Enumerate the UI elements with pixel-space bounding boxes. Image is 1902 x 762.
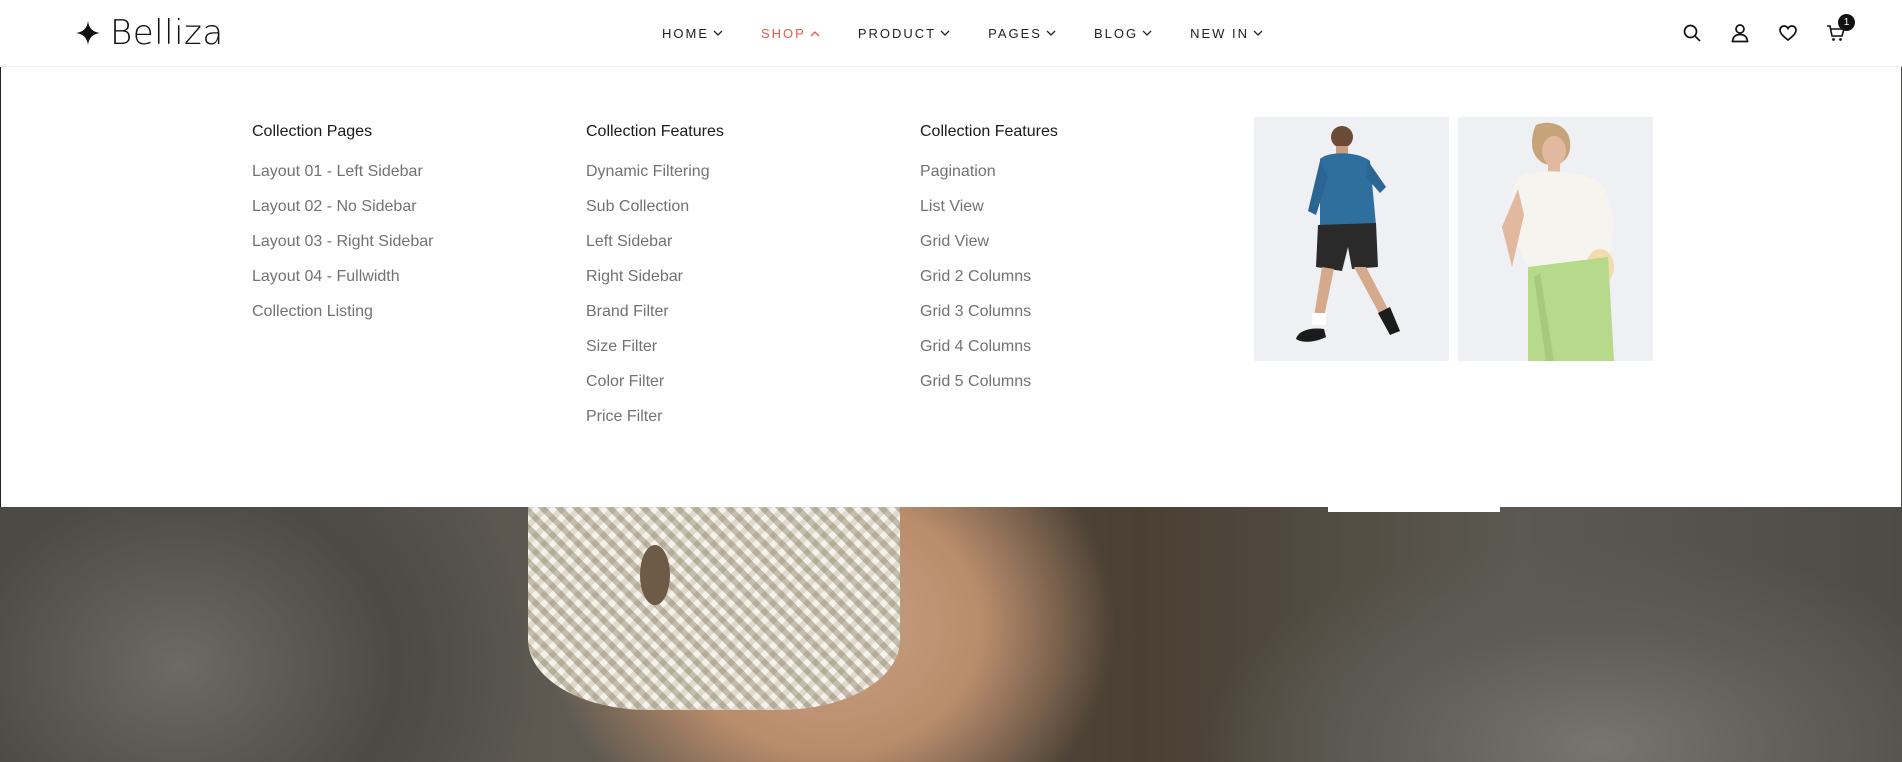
chevron-down-icon xyxy=(940,30,950,36)
user-icon xyxy=(1731,24,1749,43)
menu-link[interactable]: Right Sidebar xyxy=(586,267,886,302)
heart-icon xyxy=(1779,25,1797,42)
menu-link[interactable]: List View xyxy=(920,197,1220,232)
nav-shop[interactable]: SHOP xyxy=(761,26,820,41)
menu-link[interactable]: Sub Collection xyxy=(586,197,886,232)
nav-product-label: PRODUCT xyxy=(857,25,937,41)
menu-link[interactable]: Layout 04 - Fullwidth xyxy=(252,267,552,302)
search-button[interactable] xyxy=(1682,23,1702,43)
menu-link[interactable]: Grid View xyxy=(920,232,1220,267)
menu-link[interactable]: Size Filter xyxy=(586,337,886,372)
menu-link[interactable]: Layout 01 - Left Sidebar xyxy=(252,162,552,197)
nav-pages-label: PAGES xyxy=(988,25,1042,41)
menu-link[interactable]: Color Filter xyxy=(586,372,886,407)
nav-product[interactable]: PRODUCT xyxy=(858,26,950,41)
promo-image-men[interactable] xyxy=(1254,117,1449,361)
menu-link[interactable]: Collection Listing xyxy=(252,302,552,337)
menu-link[interactable]: Layout 03 - Right Sidebar xyxy=(252,232,552,267)
chevron-up-icon xyxy=(810,30,820,36)
menu-link[interactable]: Brand Filter xyxy=(586,302,886,337)
promo-image-women[interactable] xyxy=(1458,117,1653,361)
menu-link[interactable]: Dynamic Filtering xyxy=(586,162,886,197)
man-photo xyxy=(1254,117,1449,361)
chevron-down-icon xyxy=(1046,30,1056,36)
cart-count-badge: 1 xyxy=(1838,14,1855,31)
woman-photo xyxy=(1458,117,1653,361)
account-button[interactable] xyxy=(1730,23,1750,43)
menu-column-collection-features-2: Collection Features Pagination List View… xyxy=(920,122,1220,407)
menu-link[interactable]: Left Sidebar xyxy=(586,232,886,267)
nav-shop-label: SHOP xyxy=(761,25,806,41)
column-title: Collection Pages xyxy=(252,123,373,140)
menu-link[interactable]: Price Filter xyxy=(586,407,886,442)
site-header: Belliza HOME SHOP PRODUCT PAGES BLOG NEW… xyxy=(0,0,1902,67)
main-nav: HOME SHOP PRODUCT PAGES BLOG NEW IN xyxy=(662,0,1301,66)
menu-link[interactable]: Grid 5 Columns xyxy=(920,372,1220,407)
nav-blog-label: BLOG xyxy=(1093,25,1139,41)
menu-link[interactable]: Grid 3 Columns xyxy=(920,302,1220,337)
menu-link[interactable]: Layout 02 - No Sidebar xyxy=(252,197,552,232)
cart-button[interactable]: 1 xyxy=(1826,14,1855,43)
column-title: Collection Features xyxy=(920,123,1058,140)
shop-mega-menu: Collection Pages Layout 01 - Left Sideba… xyxy=(0,67,1901,507)
menu-column-collection-pages: Collection Pages Layout 01 - Left Sideba… xyxy=(252,122,552,337)
logo-text: Belliza xyxy=(110,13,224,53)
column-title: Collection Features xyxy=(586,123,724,140)
logo[interactable]: Belliza xyxy=(76,12,224,54)
wishlist-button[interactable] xyxy=(1778,23,1798,43)
nav-new-in[interactable]: NEW IN xyxy=(1190,26,1263,41)
nav-home[interactable]: HOME xyxy=(662,26,723,41)
nav-blog[interactable]: BLOG xyxy=(1094,26,1152,41)
header-actions: 1 xyxy=(1682,0,1855,66)
menu-column-collection-features: Collection Features Dynamic Filtering Su… xyxy=(586,122,886,442)
menu-link[interactable]: Grid 2 Columns xyxy=(920,267,1220,302)
menu-link[interactable]: Grid 4 Columns xyxy=(920,337,1220,372)
nav-new-in-label: NEW IN xyxy=(1190,25,1250,41)
chevron-down-icon xyxy=(713,30,723,36)
nav-pages[interactable]: PAGES xyxy=(988,26,1056,41)
hero-model-detail xyxy=(640,545,670,605)
star-icon xyxy=(76,21,100,45)
menu-link[interactable]: Pagination xyxy=(920,162,1220,197)
nav-home-label: HOME xyxy=(662,25,709,41)
chevron-down-icon xyxy=(1253,30,1263,36)
search-icon xyxy=(1683,24,1701,42)
chevron-down-icon xyxy=(1142,30,1152,36)
